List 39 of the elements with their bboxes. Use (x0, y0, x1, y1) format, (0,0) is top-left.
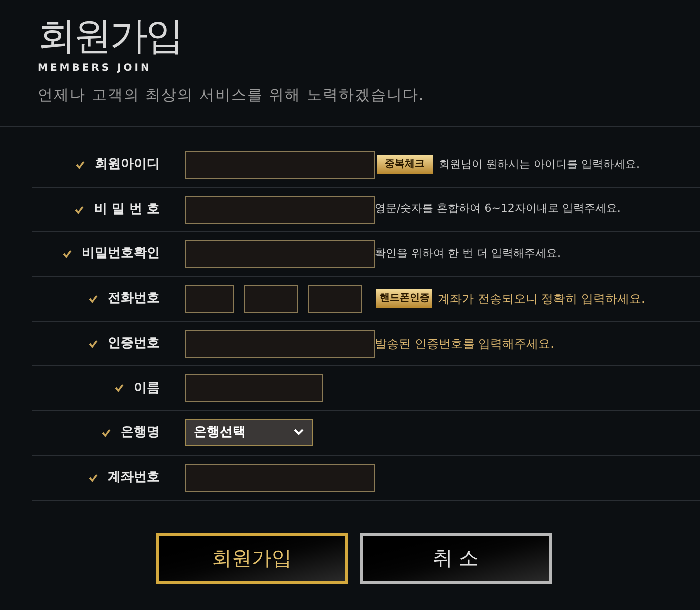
check-icon (89, 474, 98, 482)
field-label: 계좌번호 (108, 468, 160, 487)
hint-text: 영문/숫자를 혼합하여 6~12자이내로 입력주세요. (375, 201, 621, 218)
check-icon (75, 206, 84, 214)
check-icon (102, 428, 111, 437)
field-label: 이름 (134, 380, 160, 398)
input-field[interactable] (185, 464, 375, 492)
input-field[interactable] (185, 240, 375, 268)
input-field[interactable] (185, 196, 375, 224)
input-field[interactable] (308, 284, 362, 313)
field-label: 인증번호 (108, 334, 160, 353)
hint-text: 회원님이 원하시는 아이디를 입력하세요. (439, 156, 640, 173)
input-field[interactable] (185, 330, 375, 358)
check-icon (63, 250, 72, 258)
check-icon (89, 340, 98, 348)
verify-button[interactable]: 중복체크 (377, 155, 433, 174)
field-label: 비 밀 번 호 (94, 200, 160, 219)
bank-select[interactable]: 은행선택 (185, 419, 313, 446)
input-field[interactable] (185, 150, 375, 179)
hint-text: 확인을 위하여 한 번 더 입력해주세요. (375, 246, 561, 262)
form-button[interactable]: 회원가입 (156, 532, 348, 584)
hint-text: 발송된 인증번호를 입력해주세요. (375, 336, 554, 353)
tagline: 언제나 고객의 최상의 서비스를 위해 노력하겠습니다. (38, 85, 426, 106)
field-label: 은행명 (121, 424, 160, 442)
chevron-down-icon (294, 429, 304, 436)
input-field[interactable] (185, 284, 234, 313)
check-icon (76, 160, 85, 169)
input-field[interactable] (185, 374, 323, 402)
field-label: 전화번호 (108, 290, 160, 308)
form-button[interactable]: 취 소 (360, 532, 552, 584)
check-icon (89, 294, 98, 303)
page-title: 회원가입 (38, 14, 183, 58)
field-label: 비밀번호확인 (82, 245, 160, 264)
check-icon (115, 384, 124, 392)
page-subtitle: MEMBERS JOIN (38, 62, 153, 76)
hint-text: 계좌가 전송되오니 정확히 입력하세요. (438, 290, 646, 308)
verify-button[interactable]: 핸드폰인증 (376, 289, 432, 308)
field-label: 회원아이디 (95, 156, 160, 174)
input-field[interactable] (244, 284, 298, 313)
